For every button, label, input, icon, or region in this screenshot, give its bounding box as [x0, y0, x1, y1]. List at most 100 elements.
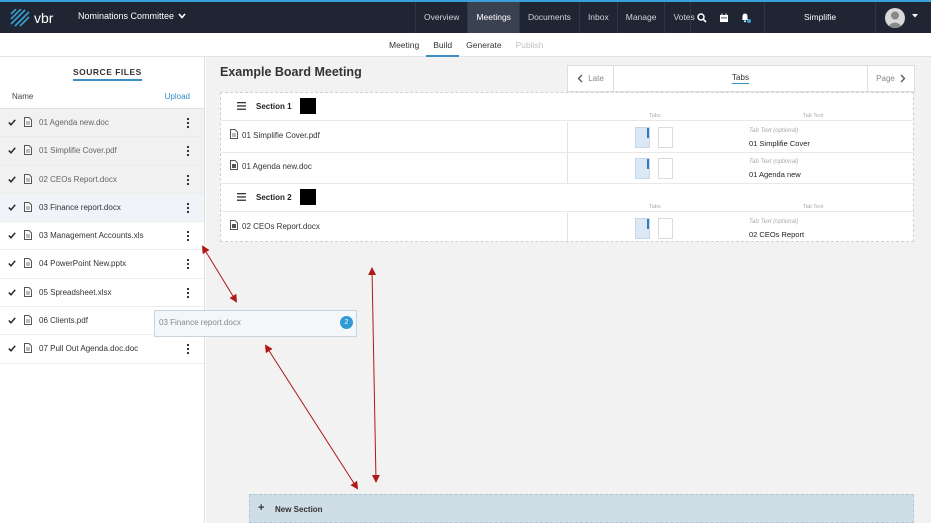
caret-down-icon[interactable] [912, 14, 918, 18]
section-item[interactable]: 01 Simplifie Cover.pdf Tab Text (optiona… [221, 122, 913, 153]
file-row[interactable]: 01 Agenda new.doc [0, 109, 204, 138]
more-options-icon[interactable] [186, 174, 190, 186]
file-row[interactable]: 07 Pull Out Agenda.doc.doc [0, 335, 204, 364]
search-button[interactable] [691, 2, 713, 33]
nav-documents[interactable]: Documents [518, 2, 579, 33]
source-files-title: SOURCE FILES [73, 67, 142, 81]
tab-selector-active[interactable] [635, 127, 650, 148]
section-name: Section 1 [256, 102, 292, 111]
document-icon [24, 258, 32, 269]
file-row[interactable]: 03 Finance report.docx [0, 193, 204, 223]
tab-selector[interactable] [658, 158, 673, 179]
tab-text-value[interactable]: 01 Agenda new [749, 170, 801, 179]
nav-overview[interactable]: Overview [415, 2, 467, 33]
file-row[interactable]: 04 PowerPoint New.pptx [0, 250, 204, 279]
drag-handle-icon[interactable] [237, 102, 246, 110]
tabs-column-label: Tabs [649, 113, 661, 119]
file-row[interactable]: 03 Management Accounts.xls [0, 222, 204, 251]
calendar-icon [720, 13, 728, 22]
checkmark-icon[interactable] [8, 260, 16, 268]
document-icon [24, 315, 32, 326]
column-divider [567, 122, 568, 152]
sub-navigation: Meeting Build Generate Publish [0, 33, 931, 57]
committee-name: Nominations Committee [78, 11, 175, 21]
meeting-title: Example Board Meeting [220, 65, 362, 79]
checkmark-icon[interactable] [8, 345, 16, 353]
checkmark-icon[interactable] [8, 204, 16, 211]
section-header[interactable]: Section 1 Tabs Tab Text [221, 93, 913, 121]
item-name: 02 CEOs Report.docx [242, 222, 320, 231]
pager-current-label: Tabs [732, 73, 749, 84]
bell-icon [742, 13, 751, 23]
document-icon [230, 129, 238, 139]
checkmark-icon[interactable] [8, 119, 16, 126]
user-name[interactable]: Simplifie [764, 2, 876, 33]
document-icon [24, 230, 32, 241]
nav-inbox[interactable]: Inbox [578, 2, 617, 33]
nav-icons [690, 2, 757, 33]
nav-meetings[interactable]: Meetings [467, 2, 519, 33]
chevron-left-icon [577, 74, 583, 83]
tab-selector[interactable] [658, 218, 673, 239]
checkmark-icon[interactable] [8, 317, 16, 325]
tab-selector[interactable] [658, 127, 673, 148]
main-nav: Overview Meetings Documents Inbox Manage… [415, 2, 703, 33]
tab-text-hint: Tab Text (optional) [749, 159, 799, 165]
file-row[interactable]: 05 Spreadsheet.xlsx [0, 278, 204, 308]
file-name: 07 Pull Out Agenda.doc.doc [39, 344, 139, 354]
section-color-swatch[interactable] [300, 98, 316, 114]
document-icon [230, 160, 238, 170]
checkmark-icon[interactable] [8, 175, 16, 183]
tab-meeting[interactable]: Meeting [382, 33, 426, 57]
section-item[interactable]: 02 CEOs Report.docx Tab Text (optional) … [221, 213, 913, 244]
new-section-button[interactable]: + New Section [249, 494, 914, 523]
name-column-header[interactable]: Name [12, 92, 33, 101]
calendar-button[interactable] [713, 2, 735, 33]
committee-selector[interactable]: Nominations Committee [78, 11, 186, 21]
section-item[interactable]: 01 Agenda new.doc Tab Text (optional) 01… [221, 153, 913, 184]
plus-icon: + [258, 502, 265, 514]
tab-generate[interactable]: Generate [459, 33, 508, 57]
pager-current[interactable]: Tabs [614, 66, 867, 91]
file-list-header: Name Upload [0, 87, 204, 109]
drag-ghost-label: 03 Finance report.docx [159, 318, 241, 327]
tab-selector-active[interactable] [635, 218, 650, 239]
avatar[interactable] [885, 8, 905, 28]
document-icon [230, 220, 238, 230]
file-name: 02 CEOs Report.docx [39, 174, 117, 184]
file-row[interactable]: 01 Simplifie Cover.pdf [0, 137, 204, 166]
more-options-icon[interactable] [186, 343, 190, 355]
pager-next-button[interactable]: Page [867, 66, 914, 91]
document-icon [24, 117, 32, 127]
section-color-swatch[interactable] [300, 189, 316, 205]
tab-text-value[interactable]: 01 Simplifie Cover [749, 139, 810, 148]
more-options-icon[interactable] [186, 202, 190, 214]
file-name: 03 Management Accounts.xls [39, 231, 144, 241]
checkmark-icon[interactable] [8, 289, 16, 296]
pager: Late Tabs Page [567, 65, 915, 92]
section-header[interactable]: Section 2 Tabs Tab Text [221, 184, 913, 212]
drag-handle-icon[interactable] [237, 193, 246, 201]
tab-selector-active[interactable] [635, 158, 650, 179]
more-options-icon[interactable] [186, 117, 190, 129]
file-name: 01 Simplifie Cover.pdf [39, 146, 117, 156]
tab-text-hint: Tab Text (optional) [749, 128, 799, 134]
file-name: 03 Finance report.docx [39, 202, 121, 212]
more-options-icon[interactable] [186, 258, 190, 270]
more-options-icon[interactable] [186, 145, 190, 157]
nav-manage[interactable]: Manage [616, 2, 665, 33]
user-avatar-icon [887, 11, 903, 28]
more-options-icon[interactable] [186, 287, 190, 299]
file-row[interactable]: 02 CEOs Report.docx [0, 165, 204, 194]
more-options-icon[interactable] [186, 230, 190, 242]
tab-publish: Publish [515, 40, 544, 50]
checkmark-icon[interactable] [8, 147, 16, 155]
checkmark-icon[interactable] [8, 232, 16, 240]
notifications-button[interactable] [735, 2, 757, 33]
pager-prev-button[interactable]: Late [568, 66, 614, 91]
tab-text-value[interactable]: 02 CEOs Report [749, 230, 804, 239]
upload-link[interactable]: Upload [165, 92, 190, 101]
tab-build[interactable]: Build [426, 33, 460, 57]
vbr-logo[interactable]: vbr [10, 8, 60, 28]
drag-ghost[interactable]: 03 Finance report.docx 2 [154, 310, 357, 337]
